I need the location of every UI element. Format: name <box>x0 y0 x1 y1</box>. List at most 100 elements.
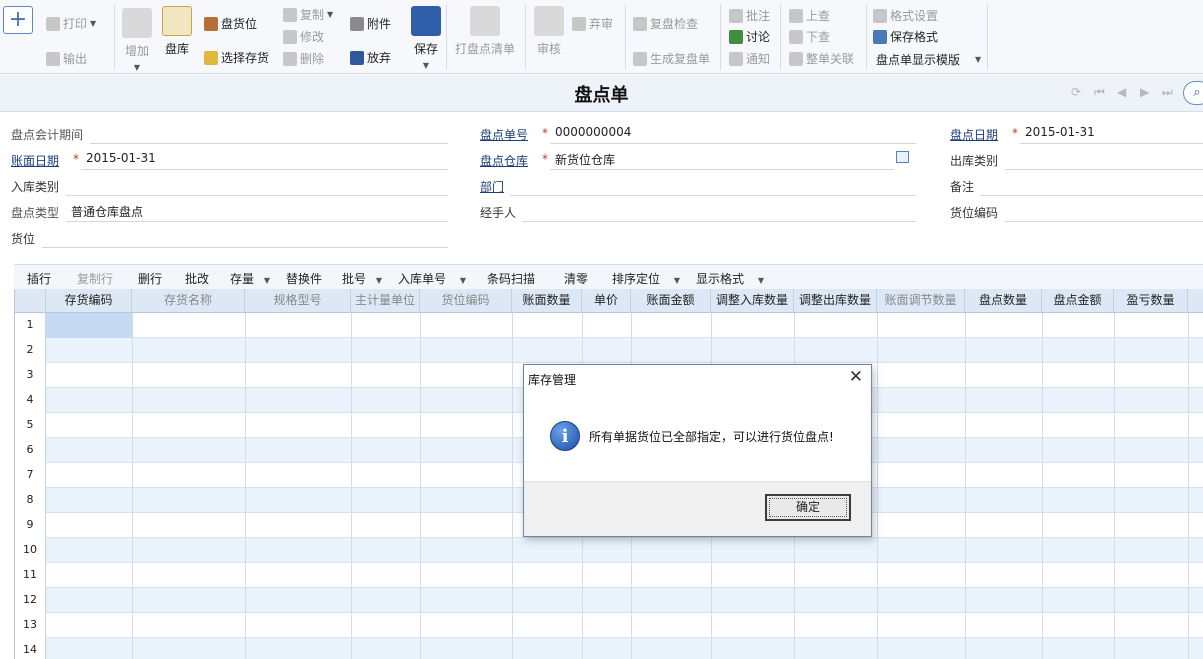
attachment-button[interactable]: 附件 <box>350 15 391 32</box>
active-cell[interactable] <box>46 313 132 338</box>
close-icon[interactable]: ✕ <box>849 367 863 387</box>
separator <box>866 4 867 70</box>
discuss-icon <box>729 29 743 44</box>
count-location-button[interactable]: 盘货位 <box>204 15 257 32</box>
abandon-audit-button[interactable]: 弃审 <box>572 15 613 32</box>
page-title-bar: 盘点单 ⟳ ⏮ ◀ ▶ ⏭ ⌕ <box>0 75 1203 112</box>
link-icon <box>789 51 803 66</box>
save-button[interactable]: 保存 ▼ <box>411 6 441 70</box>
table-row[interactable]: 13 <box>15 613 1203 638</box>
grid-header[interactable]: 主计量单位 <box>351 289 420 313</box>
new-tab-button[interactable]: + <box>3 6 33 34</box>
table-row[interactable]: 14 <box>15 638 1203 659</box>
book-date-underline <box>81 169 448 170</box>
message-dialog: 库存管理 ✕ i 所有单据货位已全部指定，可以进行货位盘点! 确定 <box>523 364 872 537</box>
table-row[interactable]: 1 <box>15 313 1203 338</box>
notify-button[interactable]: 通知 <box>729 50 770 67</box>
refresh-icon[interactable]: ⟳ <box>1071 85 1081 99</box>
insert-row-button[interactable]: 插行 <box>27 270 51 287</box>
export-button[interactable]: 输出 <box>46 50 87 67</box>
annotate-button[interactable]: 批注 <box>729 7 770 24</box>
grid-header[interactable]: 货位编码 <box>420 289 512 313</box>
grid-header[interactable]: 账面数量 <box>512 289 582 313</box>
location-code-field[interactable] <box>1005 221 1203 222</box>
handler-field[interactable] <box>522 221 916 222</box>
ok-button[interactable]: 确定 <box>765 494 851 521</box>
in-doc-no-button[interactable]: 入库单号 ▼ <box>398 270 466 287</box>
copy-row-button[interactable]: 复制行 <box>77 270 113 287</box>
template-select-dropdown[interactable]: 盘点单显示模版 ▼ <box>876 51 981 68</box>
grid-header[interactable]: 账面调节数量 <box>877 289 965 313</box>
chevron-down-icon: ▼ <box>90 19 97 28</box>
next-query-button[interactable]: 下查 <box>789 28 830 45</box>
prev-query-button[interactable]: 上查 <box>789 7 830 24</box>
chevron-down-icon: ▼ <box>327 10 334 19</box>
add-doc-icon <box>122 8 152 38</box>
table-row[interactable]: 12 <box>15 588 1203 613</box>
batch-no-button[interactable]: 批号 ▼ <box>342 270 382 287</box>
chevron-down-icon: ▼ <box>757 276 764 285</box>
table-row[interactable]: 2 <box>15 338 1203 363</box>
grid-header[interactable]: 存货编码 <box>46 289 132 313</box>
in-type-field[interactable] <box>66 195 448 196</box>
dept-field[interactable] <box>510 195 916 196</box>
book-date-field[interactable]: 2015-01-31 <box>86 151 156 165</box>
next-record-icon[interactable]: ▶ <box>1140 85 1149 99</box>
grid-header[interactable]: 存货名称 <box>132 289 245 313</box>
count-type-field[interactable]: 普通仓库盘点 <box>71 203 143 220</box>
discard-button[interactable]: 放弃 <box>350 49 391 66</box>
clear-button[interactable]: 清零 <box>564 270 588 287</box>
barcode-scan-button[interactable]: 条码扫描 <box>487 270 535 287</box>
reference-lookup-icon[interactable] <box>896 151 909 163</box>
last-record-icon[interactable]: ⏭ <box>1162 85 1173 100</box>
prev-record-icon[interactable]: ◀ <box>1117 85 1126 99</box>
row-number: 3 <box>15 363 46 388</box>
recheck-button[interactable]: 复盘检查 <box>633 15 698 32</box>
search-icon[interactable]: ⌕ <box>1183 81 1203 105</box>
display-format-button[interactable]: 显示格式 ▼ <box>696 270 764 287</box>
format-settings-button[interactable]: 格式设置 <box>873 7 938 24</box>
count-stock-button[interactable]: 盘库 <box>162 6 192 57</box>
batch-edit-button[interactable]: 批改 <box>185 270 209 287</box>
out-type-field[interactable] <box>1005 169 1203 170</box>
location-field[interactable] <box>42 247 448 248</box>
print-count-list-button[interactable]: 打盘点清单 <box>455 6 515 57</box>
discuss-button[interactable]: 讨论 <box>729 28 770 45</box>
grid-header[interactable]: 盘点数量 <box>965 289 1042 313</box>
add-button[interactable]: 增加 ▼ <box>122 8 152 72</box>
grid-header[interactable]: 调整出库数量 <box>794 289 877 313</box>
row-number: 10 <box>15 538 46 563</box>
modify-button[interactable]: 修改 <box>283 28 324 45</box>
table-row[interactable]: 11 <box>15 563 1203 588</box>
row-number: 2 <box>15 338 46 363</box>
pencil-icon <box>283 29 297 44</box>
copy-button[interactable]: 复制 ▼ <box>283 6 333 23</box>
sort-locate-button[interactable]: 排序定位 ▼ <box>612 270 680 287</box>
delete-row-button[interactable]: 删行 <box>138 270 162 287</box>
replace-part-button[interactable]: 替换件 <box>286 270 322 287</box>
doc-no-field[interactable]: 0000000004 <box>555 125 631 139</box>
dept-label: 部门 <box>480 180 505 194</box>
grid-header[interactable]: 盈亏数量 <box>1114 289 1188 313</box>
whole-doc-link-button[interactable]: 整单关联 <box>789 50 854 67</box>
grid-header[interactable]: 规格型号 <box>245 289 351 313</box>
select-inventory-button[interactable]: 选择存货 <box>204 49 269 66</box>
grid-header[interactable]: 单价 <box>582 289 631 313</box>
grid-header[interactable]: 账面金额 <box>631 289 711 313</box>
stock-button[interactable]: 存量 ▼ <box>230 270 270 287</box>
grid-header[interactable]: 盘点金额 <box>1042 289 1114 313</box>
remark-field[interactable] <box>980 195 1203 196</box>
remark-label: 备注 <box>950 180 975 194</box>
save-format-button[interactable]: 保存格式 <box>873 28 938 45</box>
count-period-field[interactable] <box>90 143 448 144</box>
generate-recheck-button[interactable]: 生成复盘单 <box>633 50 710 67</box>
grid-header[interactable]: 调整入库数量 <box>711 289 794 313</box>
warehouse-field[interactable]: 新货位仓库 <box>555 151 615 168</box>
print-button[interactable]: 打印 ▼ <box>46 15 96 32</box>
count-date-field[interactable]: 2015-01-31 <box>1025 125 1095 139</box>
table-row[interactable]: 10 <box>15 538 1203 563</box>
audit-button[interactable]: 审核 <box>534 6 564 57</box>
warehouse-label: 盘点仓库 <box>480 154 529 168</box>
first-record-icon[interactable]: ⏮ <box>1094 85 1105 100</box>
delete-button[interactable]: 删除 <box>283 50 324 67</box>
